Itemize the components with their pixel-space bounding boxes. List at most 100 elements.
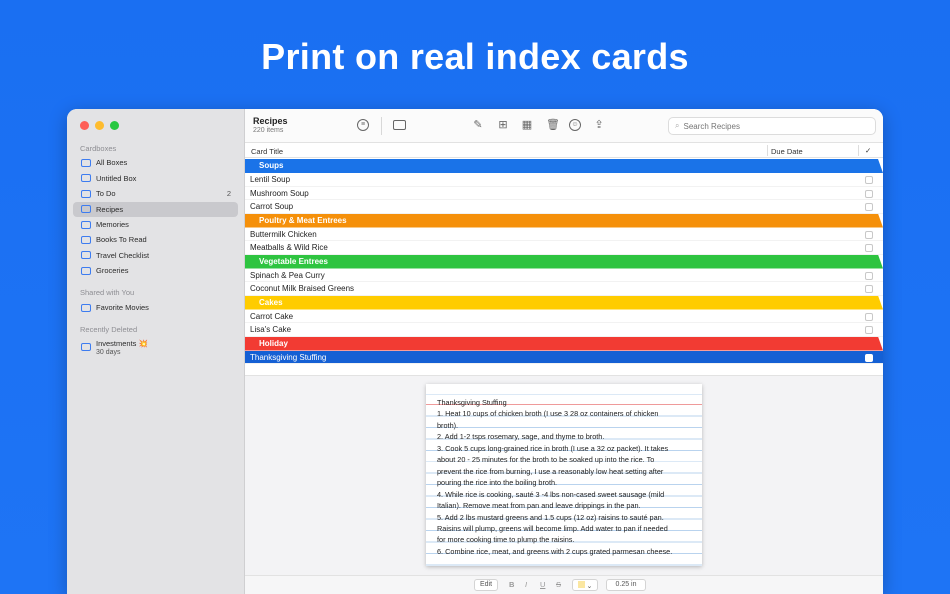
new-folder-icon[interactable]: ⊞ [497,119,509,131]
list-item[interactable]: Coconut Milk Braised Greens [245,282,883,296]
done-checkbox[interactable] [865,244,873,252]
card-line: 1. Heat 10 cups of chicken broth (I use … [437,409,659,419]
list-item[interactable]: Lisa's Cake [245,323,883,337]
cardbox-icon [81,266,91,275]
card-line: pouring the rice into the boiling broth. [437,478,558,488]
headline: Print on real index cards [261,36,689,77]
box-title: Recipes [253,116,288,126]
card-line: prevent the rice from burning, I use a r… [437,466,664,476]
sidebar-item-to-do[interactable]: To Do 2 [73,186,238,201]
main-pane: Recipes 220 items ≡ ✎ ⊞ ▦ 🗑 ☺ ⇪ ⌕ Card T… [245,109,883,594]
item-count-badge: 2 [226,189,231,198]
card-title: Spinach & Pea Curry [250,270,325,280]
cardbox-icon [81,343,91,351]
list-item[interactable]: Lentil Soup [245,173,883,187]
card-line: Thanksgiving Stuffing [437,398,507,407]
sidebar-toggle-icon[interactable] [393,120,406,130]
sidebar-item-favorite-movies[interactable]: Favorite Movies [73,300,238,315]
underline-button[interactable]: U [540,580,545,589]
close-button[interactable] [80,121,89,130]
list-item[interactable]: Meatballs & Wild Rice [245,241,883,255]
cardbox-icon [81,205,91,213]
sidebar-item-label: Memories [96,220,129,229]
card-line: Italian). Remove meat from pan and leave… [437,501,641,511]
color-swatch [577,581,585,588]
sidebar-item-untitled-box[interactable]: Untitled Box [73,171,238,186]
toolbar-divider [381,117,382,135]
sidebar-item-recipes[interactable]: Recipes [73,201,238,217]
group-header-soups[interactable]: Soups [245,159,883,173]
cardbox-icon [81,251,91,259]
card-preview-area: Thanksgiving Stuffing 1. Heat 10 cups of… [245,375,883,575]
done-checkbox[interactable] [865,271,873,280]
chevron-down-icon: ⌄ [586,583,593,590]
list-item-selected[interactable]: Thanksgiving Stuffing [245,350,883,364]
group-header-vegetable[interactable]: Vegetable Entrees [245,254,883,269]
sidebar-item-label: Untitled Box [96,173,137,183]
done-checkbox[interactable] [865,285,873,293]
section-shared: Shared with You [80,288,135,297]
index-card[interactable]: Thanksgiving Stuffing 1. Heat 10 cups of… [426,384,702,566]
card-line: broth). [437,420,459,430]
highlight-color-picker[interactable]: ⌄ [572,579,598,591]
card-title: Thanksgiving Stuffing [250,352,327,362]
trash-icon[interactable]: 🗑 [546,119,560,131]
sidebar-item-groceries[interactable]: Groceries [73,263,238,278]
share-people-icon[interactable]: ☺ [569,119,581,131]
filter-icon[interactable]: ≡ [357,119,369,131]
share-icon[interactable]: ⇪ [593,119,605,131]
calendar-icon[interactable]: ▦ [521,119,533,131]
edit-button[interactable]: Edit [474,579,498,591]
column-divider [858,145,859,156]
group-header-poultry[interactable]: Poultry & Meat Entrees [245,213,883,228]
search-field[interactable]: ⌕ [668,117,876,135]
sidebar-item-investments[interactable]: Investments 💥 30 days [73,338,238,358]
done-checkbox[interactable] [865,230,873,239]
column-due-date[interactable]: Due Date [771,147,803,156]
done-checkbox[interactable] [865,189,873,198]
sidebar-item-label: To Do [96,189,116,198]
card-title: Coconut Milk Braised Greens [250,284,355,293]
done-checkbox[interactable] [865,312,873,321]
done-checkbox[interactable] [865,326,873,334]
list-item[interactable]: Buttermilk Chicken [245,228,883,241]
strikethrough-button[interactable]: S [556,580,561,589]
card-content[interactable]: Thanksgiving Stuffing 1. Heat 10 cups of… [437,397,693,557]
list-item[interactable]: Carrot Soup [245,200,883,214]
column-card-title[interactable]: Card Title [251,147,283,156]
card-line: Raisins will plump, greens will become l… [437,523,668,533]
card-list: Soups Lentil Soup Mushroom Soup Carrot S… [245,159,883,364]
list-item[interactable]: Carrot Cake [245,310,883,323]
card-title: Mushroom Soup [250,188,309,198]
card-line: 3. Cook 5 cups long-grained rice in brot… [437,443,669,453]
sidebar-item-memories[interactable]: Memories [73,217,238,232]
zoom-button[interactable] [110,121,119,130]
sidebar-item-books-to-read[interactable]: Books To Read [73,232,238,247]
search-input[interactable] [683,121,854,131]
sidebar-item-label: All Boxes [96,158,128,167]
sidebar-item-label: Books To Read [96,235,147,244]
column-divider [767,145,768,156]
card-title: Buttermilk Chicken [250,229,317,239]
list-item[interactable]: Mushroom Soup [245,187,883,200]
sidebar-item-label: Travel Checklist [96,250,150,260]
line-spacing-field[interactable]: 0.25 in [606,579,646,591]
italic-button[interactable]: I [525,580,527,589]
column-header: Card Title Due Date ✓ [245,143,883,158]
group-header-holiday[interactable]: Holiday [245,336,883,351]
done-checkbox[interactable] [865,176,873,184]
list-item[interactable]: Spinach & Pea Curry [245,269,883,282]
column-done[interactable]: ✓ [865,146,871,155]
window-controls [80,121,119,130]
card-line: 6. Combine rice, meat, and greens with 2… [437,546,673,556]
group-header-cakes[interactable]: Cakes [245,295,883,310]
done-checkbox[interactable] [865,353,873,362]
compose-icon[interactable]: ✎ [472,119,484,131]
done-checkbox[interactable] [865,203,873,211]
section-recently-deleted: Recently Deleted [80,325,138,334]
bold-button[interactable]: B [509,580,514,589]
cardbox-icon [81,158,91,167]
sidebar-item-all-boxes[interactable]: All Boxes [73,155,238,170]
sidebar-item-travel-checklist[interactable]: Travel Checklist [73,248,238,263]
minimize-button[interactable] [95,121,104,130]
